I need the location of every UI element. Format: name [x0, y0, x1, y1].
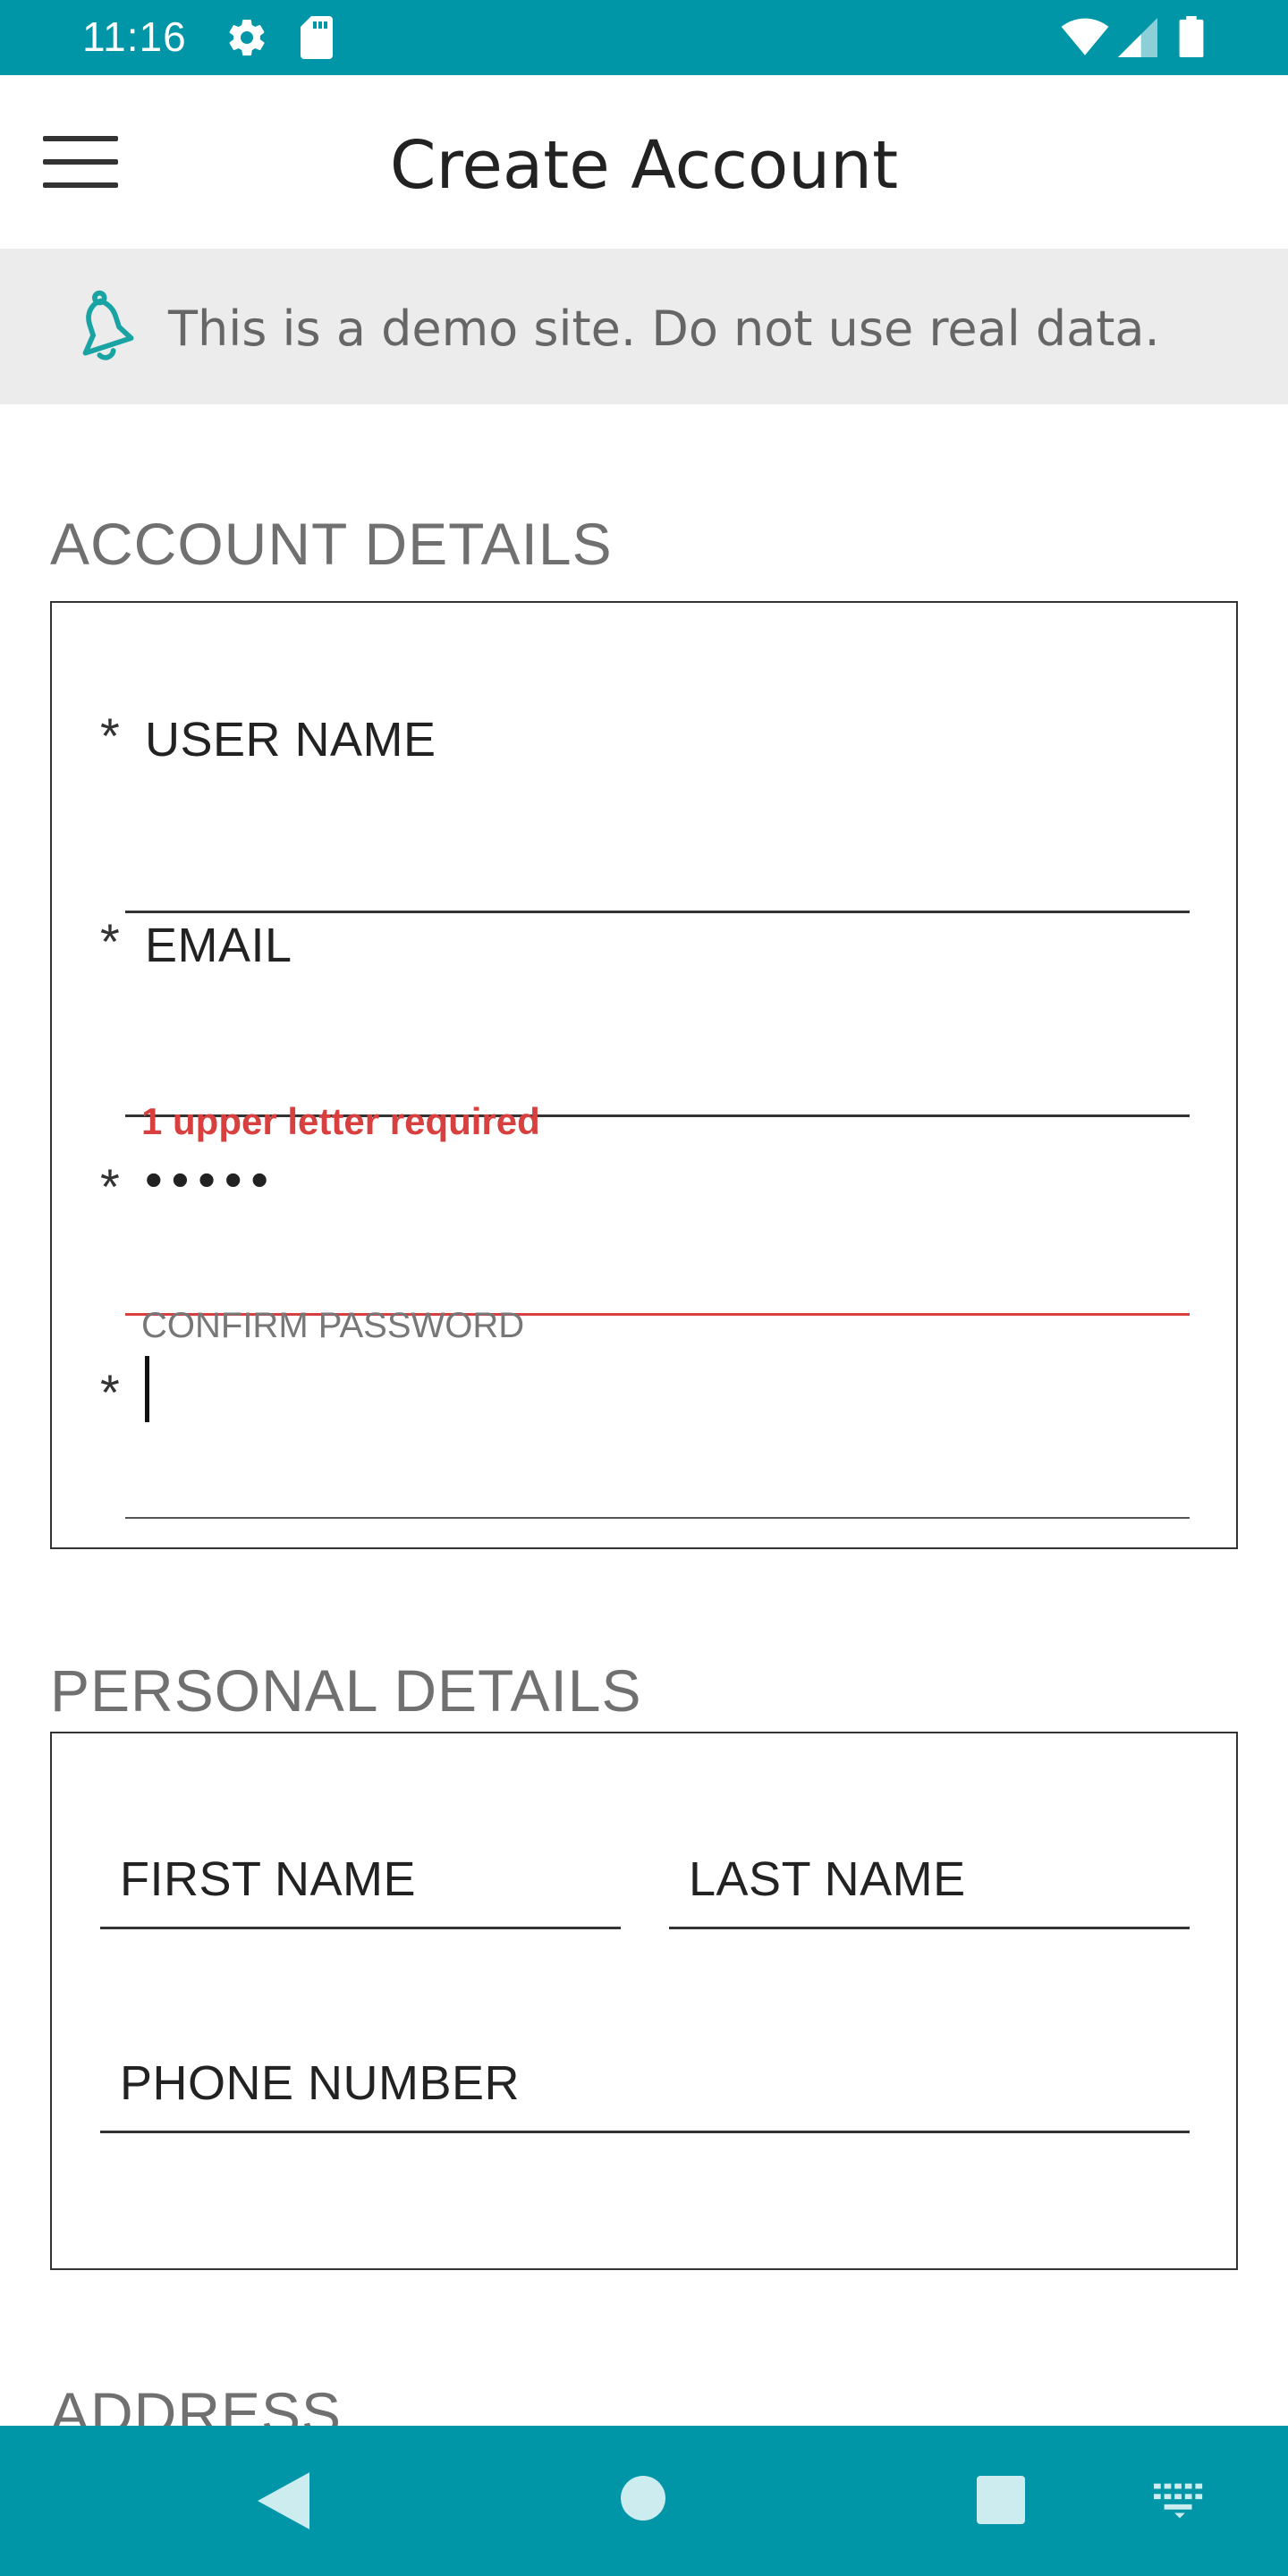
signal-icon [1118, 18, 1157, 57]
required-mark: * [100, 1364, 120, 1420]
first-name-field[interactable]: FIRST NAME [100, 1852, 621, 1959]
user-name-label: USER NAME [145, 713, 436, 767]
wifi-icon [1061, 18, 1109, 55]
last-name-underline [669, 1927, 1190, 1929]
text-cursor [145, 1356, 149, 1422]
system-nav-bar [0, 2426, 1288, 2576]
demo-banner-text: This is a demo site. Do not use real dat… [168, 301, 1160, 357]
first-name-label: FIRST NAME [120, 1852, 417, 1906]
last-name-label: LAST NAME [689, 1852, 966, 1906]
status-bar: 11:16 [0, 0, 1288, 75]
home-icon[interactable] [621, 2476, 665, 2521]
required-mark: * [100, 913, 120, 970]
account-details-title: ACCOUNT DETAILS [50, 511, 613, 577]
first-name-underline [100, 1927, 621, 1929]
gear-icon [229, 19, 265, 56]
back-icon[interactable] [258, 2472, 309, 2529]
phone-number-label: PHONE NUMBER [120, 2056, 521, 2110]
sd-card-icon [301, 16, 333, 59]
required-mark: * [100, 708, 120, 764]
demo-banner: This is a demo site. Do not use real dat… [0, 249, 1288, 404]
account-details-fieldset: * USER NAME * EMAIL 1 upper letter requi… [50, 601, 1238, 1549]
bell-icon [82, 290, 134, 360]
confirm-password-field[interactable]: CONFIRM PASSWORD * [100, 1306, 1190, 1519]
personal-details-fieldset: FIRST NAME LAST NAME PHONE NUMBER [50, 1732, 1238, 2270]
personal-details-title: PERSONAL DETAILS [50, 1657, 642, 1724]
phone-number-field[interactable]: PHONE NUMBER [100, 2055, 1190, 2163]
app-bar: Create Account [0, 75, 1288, 249]
password-field[interactable]: 1 upper letter required * ••••• [100, 1100, 1190, 1316]
password-value: ••••• [145, 1151, 278, 1208]
battery-icon [1179, 16, 1204, 57]
keyboard-icon[interactable] [1154, 2483, 1206, 2519]
status-time: 11:16 [82, 13, 187, 60]
last-name-field[interactable]: LAST NAME [669, 1852, 1190, 1959]
phone-number-underline [100, 2131, 1190, 2133]
page-title: Create Account [389, 127, 899, 204]
required-mark: * [100, 1158, 120, 1215]
email-label: EMAIL [145, 919, 292, 972]
recents-icon[interactable] [977, 2476, 1025, 2524]
user-name-field[interactable]: * USER NAME [100, 692, 1190, 913]
confirm-password-underline [125, 1517, 1190, 1519]
email-field[interactable]: * EMAIL [100, 898, 1190, 1117]
confirm-password-label: CONFIRM PASSWORD [141, 1306, 525, 1345]
password-error-text: 1 upper letter required [141, 1100, 540, 1142]
